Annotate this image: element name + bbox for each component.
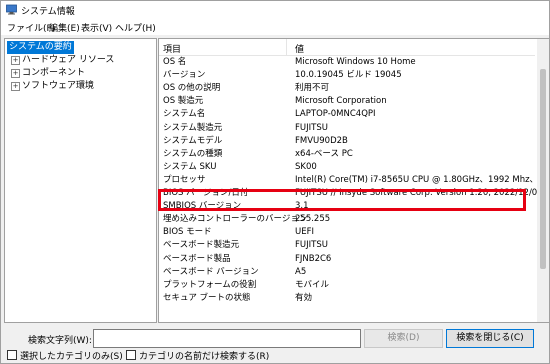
row-item-name: システムの種類 (163, 148, 223, 159)
row-item-value: 利用不可 (295, 83, 330, 94)
row-item-name: OS 製造元 (163, 96, 204, 107)
scrollbar-thumb[interactable] (540, 69, 546, 269)
table-row[interactable]: OS 製造元 Microsoft Corporation (159, 95, 535, 108)
row-item-value: 255.255 (295, 214, 331, 225)
row-item-name: システム製造元 (163, 122, 223, 133)
row-item-value: モバイル (295, 279, 330, 290)
row-item-name: システム SKU (163, 161, 217, 172)
table-row[interactable]: システム SKU SK00 (159, 161, 535, 174)
menu-view[interactable]: 表示(V) (81, 21, 112, 34)
row-item-name: 埋め込みコントローラーのバージョン (163, 214, 308, 225)
column-header-item[interactable]: 項目 (163, 42, 181, 55)
menu-edit[interactable]: 編集(E) (49, 21, 80, 34)
table-row[interactable]: システムの種類 x64-ベース PC (159, 148, 535, 161)
row-item-value: UEFI (295, 227, 314, 238)
row-item-name: OS の他の説明 (163, 83, 221, 94)
table-row[interactable]: ベースボード バージョン A5 (159, 266, 535, 279)
bios-row-highlight-box (158, 189, 526, 211)
system-info-window: システム情報 ファイル(F) 編集(E) 表示(V) ヘルプ(H) システムの要… (0, 0, 550, 364)
table-row[interactable]: セキュア ブートの状態 有効 (159, 292, 535, 305)
menu-help[interactable]: ヘルプ(H) (115, 21, 156, 34)
row-item-value: Intel(R) Core(TM) i7-8565U CPU @ 1.80GHz… (295, 174, 550, 185)
category-names-only-label[interactable]: カテゴリの名前だけ検索する(R) (139, 349, 269, 362)
table-row[interactable]: バージョン 10.0.19045 ビルド 19045 (159, 69, 535, 82)
row-item-name: セキュア ブートの状態 (163, 292, 251, 303)
search-input[interactable] (93, 329, 361, 348)
table-row[interactable]: システムモデル FMVU90D2B (159, 135, 535, 148)
category-tree[interactable]: システムの要約 + ハードウェア リソース + コンポーネント + ソフトウェア… (4, 38, 157, 323)
vertical-scrollbar[interactable] (537, 39, 549, 322)
row-item-value: FMVU90D2B (295, 135, 348, 146)
table-row[interactable]: ベースボード製品 FJNB2C6 (159, 253, 535, 266)
menu-file[interactable]: ファイル(F) (7, 21, 55, 34)
table-row[interactable]: プロセッサ Intel(R) Core(TM) i7-8565U CPU @ 1.… (159, 174, 549, 187)
details-list[interactable]: 項目 値 OS 名 Microsoft Windows 10 Home バージョン 1… (158, 38, 550, 323)
tree-item-components[interactable]: コンポーネント (22, 67, 85, 80)
row-item-name: BIOS モード (163, 227, 212, 238)
table-row[interactable]: OS の他の説明 利用不可 (159, 82, 535, 95)
column-header-value[interactable]: 値 (295, 42, 304, 55)
system-info-app-icon (6, 4, 17, 15)
window-title: システム情報 (21, 7, 75, 17)
search-label: 検索文字列(W): (28, 336, 92, 346)
column-divider[interactable] (286, 39, 287, 55)
menu-bar: ファイル(F) 編集(E) 表示(V) ヘルプ(H) (1, 19, 549, 35)
row-item-value: Microsoft Corporation (295, 96, 387, 107)
expand-icon[interactable]: + (11, 69, 20, 78)
selected-category-only-label[interactable]: 選択したカテゴリのみ(S) (20, 349, 123, 362)
row-item-value: 10.0.19045 ビルド 19045 (295, 70, 402, 81)
row-item-value: FUJITSU (295, 240, 328, 251)
row-item-value: A5 (295, 266, 307, 277)
row-item-value: Microsoft Windows 10 Home (295, 57, 416, 67)
row-item-value: FUJITSU (295, 122, 328, 133)
expand-icon[interactable]: + (11, 56, 20, 65)
table-row[interactable]: システム名 LAPTOP-0MNC4QPI (159, 108, 535, 121)
row-item-name: バージョン (163, 70, 206, 81)
table-row[interactable]: OS 名 Microsoft Windows 10 Home (159, 56, 535, 69)
row-item-value: SK00 (295, 161, 317, 172)
row-item-name: OS 名 (163, 57, 187, 67)
tree-item-hardware-resources[interactable]: ハードウェア リソース (22, 54, 114, 67)
table-row[interactable]: 埋め込みコントローラーのバージョン 255.255 (159, 213, 535, 226)
tree-item-system-summary[interactable]: システムの要約 (7, 41, 74, 54)
row-item-name: プロセッサ (163, 174, 206, 185)
table-row[interactable]: システム製造元 FUJITSU (159, 122, 535, 135)
row-item-name: ベースボード製造元 (163, 240, 240, 251)
expand-icon[interactable]: + (11, 82, 20, 91)
title-bar: システム情報 (1, 1, 549, 19)
row-item-name: システムモデル (163, 135, 223, 146)
row-item-value: x64-ベース PC (295, 148, 353, 159)
row-item-name: ベースボード製品 (163, 253, 231, 264)
row-item-name: システム名 (163, 109, 206, 120)
tree-item-software-environment[interactable]: ソフトウェア環境 (22, 80, 94, 93)
close-search-button[interactable]: 検索を閉じる(C) (446, 329, 534, 348)
table-row[interactable]: BIOS モード UEFI (159, 226, 535, 239)
tree-item-label: ハードウェア リソース (22, 55, 115, 65)
table-row[interactable]: プラットフォームの役割 モバイル (159, 279, 535, 292)
row-item-name: ベースボード バージョン (163, 266, 259, 277)
list-header: 項目 値 (159, 39, 535, 56)
table-row[interactable]: ベースボード製造元 FUJITSU (159, 239, 535, 252)
tree-item-label: ソフトウェア環境 (22, 81, 95, 91)
search-button[interactable]: 検索(D) (364, 329, 443, 348)
tree-item-label: システムの要約 (9, 42, 72, 52)
row-item-value: LAPTOP-0MNC4QPI (295, 109, 376, 120)
row-item-value: 有効 (295, 292, 313, 303)
category-names-only-checkbox[interactable] (126, 350, 136, 360)
row-item-value: FJNB2C6 (295, 253, 332, 264)
search-panel: 検索文字列(W): 検索(D) 検索を閉じる(C) 選択したカテゴリのみ(S) … (1, 323, 549, 363)
row-item-name: プラットフォームの役割 (163, 279, 257, 290)
tree-item-label: コンポーネント (22, 68, 86, 78)
selected-category-only-checkbox[interactable] (7, 350, 17, 360)
